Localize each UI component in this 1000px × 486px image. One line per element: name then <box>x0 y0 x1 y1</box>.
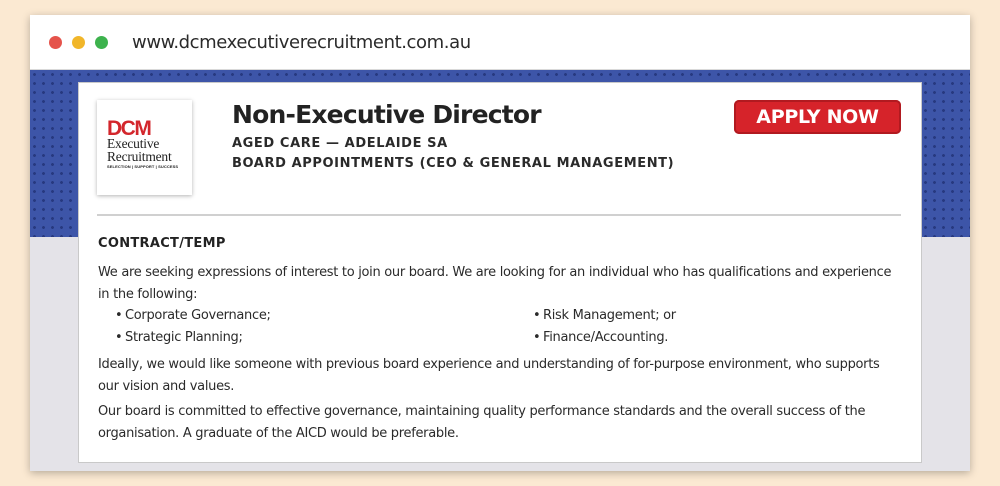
page-viewport: DCM Executive Recruitment SELECTION | SU… <box>30 70 970 471</box>
browser-titlebar: www.dcmexecutiverecruitment.com.au <box>30 15 970 70</box>
maximize-dot-icon[interactable] <box>95 35 108 49</box>
logo-tagline: SELECTION | SUPPORT | SUCCESS <box>107 164 179 169</box>
list-item: • Risk Management; or <box>533 305 676 327</box>
experience-paragraph: Ideally, we would like someone with prev… <box>98 357 880 394</box>
list-item: • Finance/Accounting. <box>533 327 668 349</box>
company-logo: DCM Executive Recruitment SELECTION | SU… <box>97 100 192 195</box>
window-controls <box>49 35 108 49</box>
bullet-icon: • <box>115 330 123 345</box>
job-category: BOARD APPOINTMENTS (CEO & GENERAL MANAGE… <box>232 156 675 171</box>
list-item: • Strategic Planning; <box>115 327 243 349</box>
close-dot-icon[interactable] <box>49 35 62 49</box>
apply-now-button[interactable]: APPLY NOW <box>734 100 901 134</box>
list-item: • Corporate Governance; <box>115 305 271 327</box>
governance-paragraph: Our board is committed to effective gove… <box>98 404 866 441</box>
logo-line2: Recruitment <box>107 149 172 164</box>
bullet-icon: • <box>115 308 123 323</box>
job-type: CONTRACT/TEMP <box>98 236 226 251</box>
bullet-icon: • <box>533 330 541 345</box>
minimize-dot-icon[interactable] <box>72 35 85 49</box>
bullet-icon: • <box>533 308 541 323</box>
job-title: Non-Executive Director <box>232 100 542 129</box>
intro-paragraph: We are seeking expressions of interest t… <box>98 265 892 302</box>
job-location: AGED CARE — ADELAIDE SA <box>232 136 448 151</box>
browser-window: www.dcmexecutiverecruitment.com.au DCM E… <box>30 15 970 471</box>
address-bar-url[interactable]: www.dcmexecutiverecruitment.com.au <box>132 32 471 53</box>
job-card: DCM Executive Recruitment SELECTION | SU… <box>78 82 922 463</box>
header-divider <box>97 214 901 216</box>
logo-brand: DCM <box>107 117 152 140</box>
